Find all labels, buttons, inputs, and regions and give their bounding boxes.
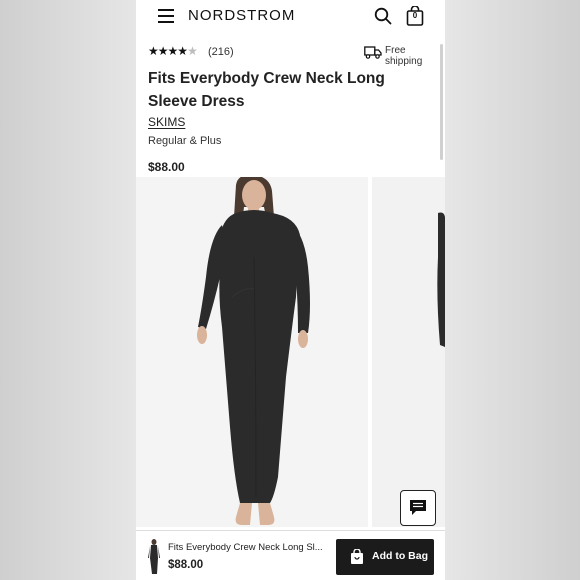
rating-row: ★★★★★ (216) Free shipping [148,44,438,67]
size-range: Regular & Plus [148,135,222,147]
dress-illustration [197,177,310,525]
product-title: Fits Everybody Crew Neck Long Sleeve Dre… [148,70,385,110]
mobile-page: NORDSTROM 0 ★★★★★ (216) Free shipping Fi… [136,0,445,580]
chat-button[interactable] [400,490,436,526]
star-empty-icon: ★ [187,44,198,58]
add-to-bag-label: Add to Bag [372,550,428,562]
chat-icon [410,500,426,515]
menu-icon[interactable] [158,9,174,23]
header: NORDSTROM 0 [136,0,445,34]
product-image-next[interactable] [372,177,445,527]
search-icon[interactable] [374,7,392,25]
dress-back-illustration [437,212,445,347]
product-thumbnail [148,539,160,574]
image-gallery[interactable] [136,177,445,527]
sticky-product-price: $88.00 [168,559,204,571]
product-image-main[interactable] [136,177,368,527]
scrollbar[interactable] [440,44,443,160]
star-icon: ★ [167,44,179,58]
background-left [0,0,136,580]
shopping-bag-icon [351,549,363,564]
sticky-product-name: Fits Everybody Crew Neck Long Sl... [168,542,323,553]
star-icon: ★ [177,44,188,58]
product-price: $88.00 [148,160,185,174]
sticky-add-to-bag-bar: Fits Everybody Crew Neck Long Sl... $88.… [136,530,445,580]
star-icon: ★ [157,44,169,58]
free-shipping-label: Free shipping [385,45,423,67]
review-count[interactable]: (216) [208,46,234,58]
truck-icon [364,46,382,59]
add-to-bag-button[interactable]: Add to Bag [336,539,434,575]
site-logo[interactable]: NORDSTROM [188,7,295,24]
star-icon: ★ [148,44,159,58]
brand-link[interactable]: SKIMS [148,115,185,129]
star-rating[interactable]: ★★★★★ [148,44,198,58]
bag-count: 0 [412,11,418,20]
background-right [445,0,580,580]
